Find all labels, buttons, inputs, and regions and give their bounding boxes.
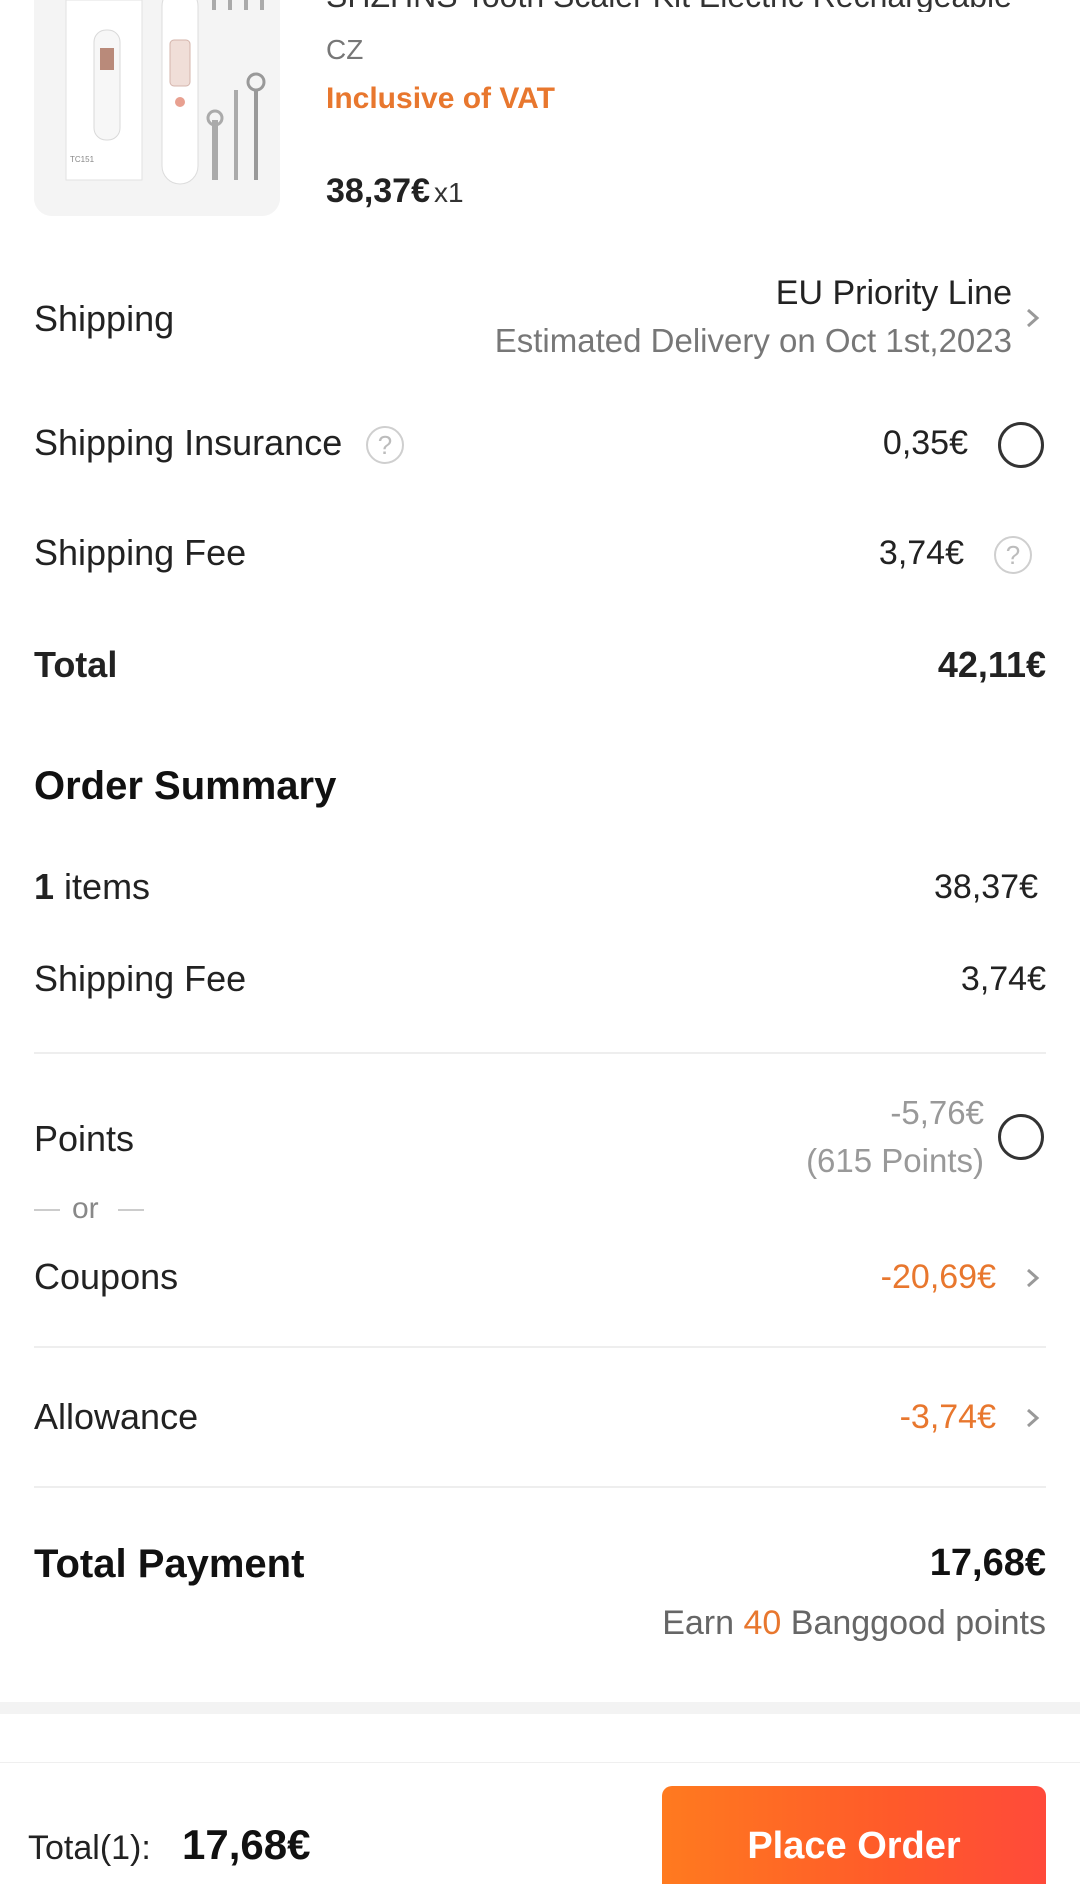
shipping-fee-label: Shipping Fee [34,532,247,573]
earn-points: 40 [743,1604,782,1642]
divider [34,1486,1046,1488]
shipping-row[interactable]: Shipping EU Priority Line Estimated Deli… [0,260,1080,380]
items-count: 1 [34,866,55,907]
shipping-method: EU Priority Line [775,274,1012,312]
shipping-label: Shipping [34,298,175,339]
earn-prefix: Earn [662,1604,735,1642]
shipping-fee-value: 3,74€ [878,534,964,572]
insurance-value: 0,35€ [882,424,968,462]
summary-fee-value: 3,74€ [960,960,1046,998]
shipping-insurance-row: Shipping Insurance ? 0,35€ [0,410,1080,480]
shipping-delivery: Estimated Delivery on Oct 1st,2023 [494,322,1012,359]
total-row: Total 42,11€ [0,632,1080,702]
total-payment-row: Total Payment 17,68€ Earn 40 Banggood po… [0,1536,1080,1656]
price-value: 38,37€ [326,172,430,210]
points-row: Points -5,76€ (615 Points) [0,1090,1080,1190]
help-icon[interactable]: ? [994,536,1032,574]
section-gap [0,1702,1080,1714]
total-payment-label: Total Payment [34,1542,305,1586]
total-payment-value: 17,68€ [929,1542,1046,1584]
coupons-row[interactable]: Coupons -20,69€ [0,1248,1080,1308]
or-text: or [72,1192,99,1225]
coupons-label: Coupons [34,1256,179,1297]
or-line-right [118,1209,144,1211]
help-icon[interactable]: ? [366,426,404,464]
place-order-button[interactable]: Place Order [662,1786,1046,1884]
chevron-right-icon [1027,1408,1040,1428]
chevron-right-icon [1027,1268,1040,1288]
items-label: items [64,866,151,907]
points-value: -5,76€ [890,1094,984,1131]
divider [34,1052,1046,1054]
shipping-fee-row: Shipping Fee 3,74€ ? [0,522,1080,592]
allowance-row[interactable]: Allowance -3,74€ [0,1388,1080,1448]
total-value: 42,11€ [937,644,1046,685]
or-line-left [34,1209,60,1211]
order-summary-title: Order Summary [34,764,337,808]
footer-total-label: Total(1): [28,1829,151,1867]
total-label: Total [34,644,118,685]
footer-total-value: 17,68€ [182,1821,311,1868]
product-title[interactable]: SHZHNS Tooth Scaler Kit Electric Recharg… [326,0,1046,12]
coupons-value: -20,69€ [880,1258,996,1296]
earn-suffix: Banggood points [790,1604,1046,1642]
product-price: 38,37€ x1 [326,172,464,211]
product-image[interactable]: TC151 [34,0,280,216]
summary-fee-label: Shipping Fee [34,958,247,999]
summary-items-row: 1 items 38,37€ [0,858,1080,918]
summary-fee-row: Shipping Fee 3,74€ [0,950,1080,1010]
allowance-value: -3,74€ [899,1398,996,1436]
points-sub: (615 Points) [806,1142,984,1179]
summary-items-label: 1 items [34,866,150,908]
points-radio[interactable] [998,1114,1044,1160]
insurance-label: Shipping Insurance [34,422,343,463]
summary-items-value: 38,37€ [934,868,1038,906]
quantity: x1 [434,177,464,208]
insurance-radio[interactable] [998,422,1044,468]
or-separator: or [34,1192,154,1232]
earn-points-note: Earn 40 Banggood points [662,1604,1046,1643]
divider [34,1346,1046,1348]
vat-note: Inclusive of VAT [326,82,555,115]
points-label: Points [34,1118,135,1159]
product-origin: CZ [326,34,364,65]
chevron-right-icon [1027,308,1040,328]
svg-text:TC151: TC151 [70,155,95,164]
allowance-label: Allowance [34,1396,199,1437]
